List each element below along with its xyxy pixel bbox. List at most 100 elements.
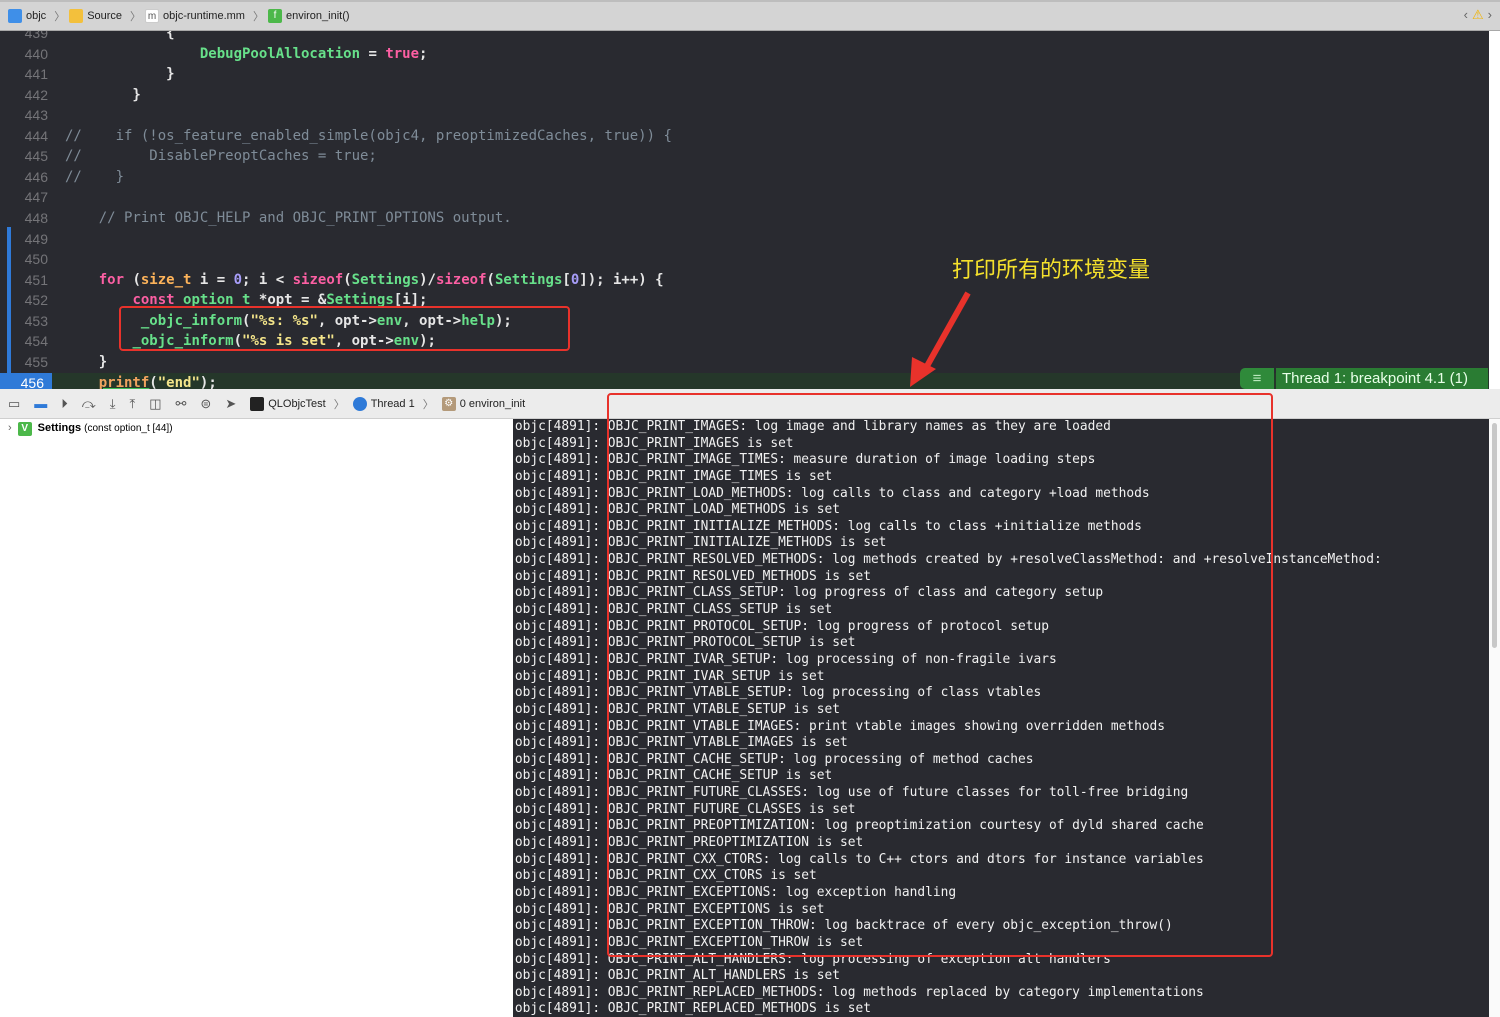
- breakpoints-toggle-icon[interactable]: ▬: [34, 396, 47, 411]
- code-text: // DisablePreoptCaches = true;: [65, 146, 377, 167]
- breadcrumb-item[interactable]: objc: [8, 9, 46, 23]
- log-prefix: objc[4891]:: [514, 502, 608, 518]
- code-token: [: [562, 271, 571, 288]
- line-number[interactable]: 441: [0, 64, 48, 85]
- breadcrumb-label: environ_init(): [285, 10, 350, 22]
- breadcrumb-item[interactable]: f environ_init(): [267, 9, 350, 23]
- step-over-icon[interactable]: ⤼: [82, 396, 96, 412]
- line-number[interactable]: 442: [0, 85, 48, 106]
- log-prefix: objc[4891]:: [514, 618, 608, 634]
- log-prefix: objc[4891]:: [514, 685, 608, 701]
- console-scrollbar[interactable]: [1489, 419, 1500, 1017]
- code-token: printf: [98, 374, 150, 389]
- line-number[interactable]: 439: [0, 31, 48, 44]
- view-hierarchy-icon[interactable]: ◫: [149, 396, 161, 412]
- code-token: ]); i++) {: [579, 271, 664, 288]
- code-line: 442 }: [0, 85, 1489, 106]
- variables-view: › V Settings (const option_t [44]): [0, 419, 512, 1017]
- hide-debug-area-icon[interactable]: ▭: [8, 396, 20, 412]
- code-text: // if (!os_feature_enabled_simple(objc4,…: [65, 126, 672, 147]
- code-token: 0: [233, 271, 243, 288]
- line-number[interactable]: 443: [0, 105, 48, 126]
- log-prefix: objc[4891]:: [514, 835, 608, 851]
- log-prefix: objc[4891]:: [514, 818, 608, 834]
- code-line: 447: [0, 187, 1489, 208]
- line-number[interactable]: 445: [0, 146, 48, 167]
- code-line: 443: [0, 105, 1489, 126]
- code-text: // }: [65, 167, 124, 188]
- code-token: DebugPoolAllocation: [199, 45, 361, 62]
- code-token: );: [199, 374, 217, 389]
- previous-issue-button[interactable]: ‹: [1464, 7, 1468, 23]
- log-prefix: objc[4891]:: [514, 968, 608, 984]
- code-line: 448 // Print OBJC_HELP and OBJC_PRINT_OP…: [0, 208, 1489, 229]
- step-out-icon[interactable]: ⤒: [129, 396, 135, 412]
- chevron-right-icon: 〉: [130, 11, 142, 23]
- warning-icon[interactable]: ⚠: [1472, 7, 1484, 23]
- frame-crumb[interactable]: 0 environ_init: [460, 398, 525, 410]
- thread-icon: [352, 396, 367, 411]
- disclosure-chevron-icon[interactable]: ›: [8, 422, 12, 434]
- menu-icon[interactable]: ≡: [1240, 368, 1274, 389]
- breadcrumb-item[interactable]: Source: [69, 9, 122, 23]
- code-line: 439 {: [0, 31, 1489, 44]
- code-token: // DisablePreoptCaches = true;: [65, 148, 377, 165]
- breadcrumb-label: objc-runtime.mm: [163, 10, 245, 22]
- environment-overrides-icon[interactable]: ⊜: [200, 396, 211, 412]
- thread-crumb[interactable]: Thread 1: [371, 398, 415, 410]
- code-token: (: [124, 271, 141, 288]
- console-line: objc[4891]: OBJC_PRINT_REPLACED_METHODS:…: [513, 985, 1450, 1002]
- line-number[interactable]: 448: [0, 208, 48, 229]
- process-crumb[interactable]: QLObjcTest: [268, 398, 325, 410]
- next-issue-button[interactable]: ›: [1488, 7, 1492, 23]
- line-number[interactable]: 440: [0, 44, 48, 65]
- app-icon: [250, 396, 265, 411]
- log-prefix: objc[4891]:: [514, 518, 608, 534]
- line-number[interactable]: 446: [0, 167, 48, 188]
- log-prefix: objc[4891]:: [514, 419, 608, 434]
- code-token: "end": [157, 374, 200, 389]
- log-prefix: objc[4891]:: [514, 751, 608, 767]
- code-token: true: [385, 45, 420, 62]
- variable-row[interactable]: Settings (const option_t [44]): [38, 422, 173, 434]
- code-line: 440 DebugPoolAllocation = true;: [0, 44, 1489, 65]
- code-token: ; i <: [242, 271, 293, 288]
- console-line: objc[4891]: OBJC_PRINT_REPLACED_METHODS …: [513, 1001, 1450, 1017]
- breadcrumb-label: objc: [26, 10, 47, 22]
- code-token: sizeof: [435, 271, 487, 288]
- log-prefix: objc[4891]:: [514, 585, 608, 601]
- log-prefix: objc[4891]:: [514, 452, 608, 468]
- code-text: printf("end");: [65, 373, 217, 389]
- memory-graph-icon[interactable]: ⚯: [176, 396, 187, 412]
- code-line: 445 // DisablePreoptCaches = true;: [0, 146, 1489, 167]
- code-text: for (size_t i = 0; i < sizeof(Settings)/…: [65, 270, 664, 291]
- breadcrumb-label: Source: [87, 10, 123, 22]
- editor-scrollbar[interactable]: [1489, 31, 1500, 389]
- log-message: OBJC_PRINT_REPLACED_METHODS is set: [607, 1001, 871, 1017]
- log-prefix: objc[4891]:: [514, 535, 608, 551]
- breadcrumb-item[interactable]: m objc-runtime.mm: [145, 9, 245, 23]
- function-icon: f: [267, 9, 282, 23]
- frame-icon: ⚙: [441, 396, 456, 411]
- log-prefix: objc[4891]:: [514, 768, 608, 784]
- code-token: }: [65, 353, 108, 370]
- code-token: Settings: [494, 271, 563, 288]
- continue-icon[interactable]: ⏵: [61, 396, 68, 412]
- code-token: (: [343, 271, 352, 288]
- log-prefix: objc[4891]:: [514, 468, 608, 484]
- location-icon[interactable]: ➤: [225, 396, 236, 412]
- code-line: 451 for (size_t i = 0; i < sizeof(Settin…: [0, 270, 1489, 291]
- log-prefix: objc[4891]:: [514, 785, 608, 801]
- code-token: (: [149, 374, 158, 389]
- breakpoint-range-marker: [7, 227, 11, 389]
- code-token: i =: [191, 271, 234, 288]
- line-number[interactable]: 444: [0, 126, 48, 147]
- log-prefix: objc[4891]:: [514, 435, 608, 451]
- breakpoint-banner[interactable]: ≡ Thread 1: breakpoint 4.1 (1): [1240, 368, 1488, 389]
- code-token: // }: [65, 168, 125, 185]
- step-into-icon[interactable]: ⤓: [110, 396, 116, 412]
- line-number[interactable]: 447: [0, 187, 48, 208]
- chevron-right-icon: 〉: [252, 11, 264, 23]
